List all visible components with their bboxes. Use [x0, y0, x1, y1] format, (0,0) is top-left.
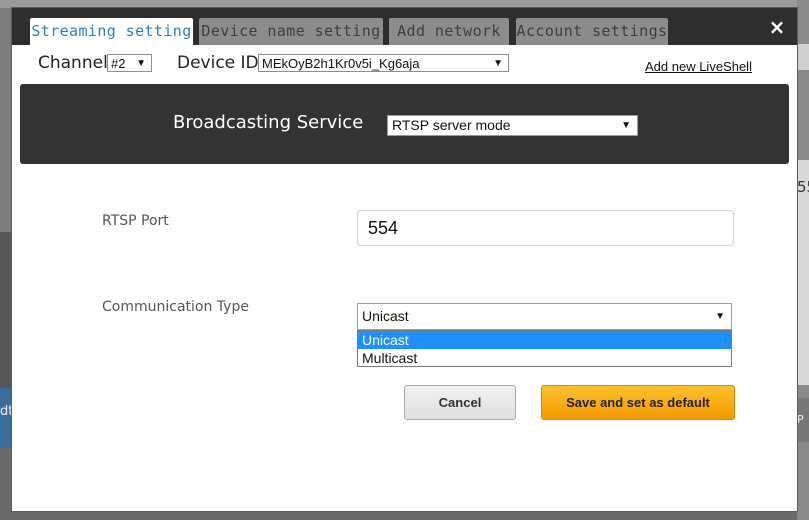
tab-add-network[interactable]: Add network: [389, 18, 509, 45]
tab-account-settings[interactable]: Account settings: [516, 18, 668, 45]
broadcasting-service-panel: Broadcasting Service RTSP server mode ▼: [20, 84, 789, 164]
broadcasting-service-label: Broadcasting Service: [173, 112, 364, 133]
broadcasting-service-select[interactable]: RTSP server mode ▼: [387, 115, 638, 136]
device-id-select-value: MEkOyB2h1Kr0v5i_Kg6aja: [262, 56, 420, 71]
tab-bar: Streaming setting Device name setting Ad…: [12, 8, 797, 45]
background-left-button: dt: [0, 388, 12, 448]
tab-streaming-setting[interactable]: Streaming setting: [30, 18, 193, 45]
background-left-panel: [0, 232, 12, 388]
communication-type-dropdown: Unicast Multicast: [357, 330, 732, 367]
channel-select[interactable]: #2 ▼: [107, 54, 152, 72]
chevron-down-icon: ▼: [715, 311, 725, 322]
rtsp-port-input[interactable]: 554: [357, 210, 734, 246]
broadcasting-service-value: RTSP server mode: [392, 117, 511, 133]
background-right-field: [797, 44, 809, 70]
background-topbar: [0, 0, 809, 8]
channel-label: Channel: [38, 53, 108, 73]
communication-type-label: Communication Type: [102, 299, 249, 315]
close-icon[interactable]: ×: [766, 16, 788, 38]
tab-device-name-setting[interactable]: Device name setting: [199, 18, 383, 45]
channel-select-value: #2: [111, 56, 126, 71]
option-unicast[interactable]: Unicast: [358, 331, 731, 349]
communication-type-value: Unicast: [362, 308, 409, 324]
save-default-button[interactable]: Save and set as default: [541, 385, 735, 420]
settings-modal: Streaming setting Device name setting Ad…: [12, 8, 797, 511]
device-id-select[interactable]: MEkOyB2h1Kr0v5i_Kg6aja ▼: [258, 54, 509, 72]
chevron-down-icon: ▼: [493, 58, 503, 69]
chevron-down-icon: ▼: [136, 58, 146, 69]
background-right-number: 55: [797, 178, 809, 196]
device-id-label: Device ID: [177, 53, 259, 73]
background-right-button: P: [797, 398, 809, 442]
communication-type-select[interactable]: Unicast ▼: [357, 303, 732, 330]
chevron-down-icon: ▼: [621, 120, 631, 131]
option-multicast[interactable]: Multicast: [358, 349, 731, 367]
cancel-button[interactable]: Cancel: [404, 385, 516, 420]
rtsp-port-label: RTSP Port: [102, 213, 169, 229]
add-new-liveshell-link[interactable]: Add new LiveShell: [645, 59, 752, 74]
